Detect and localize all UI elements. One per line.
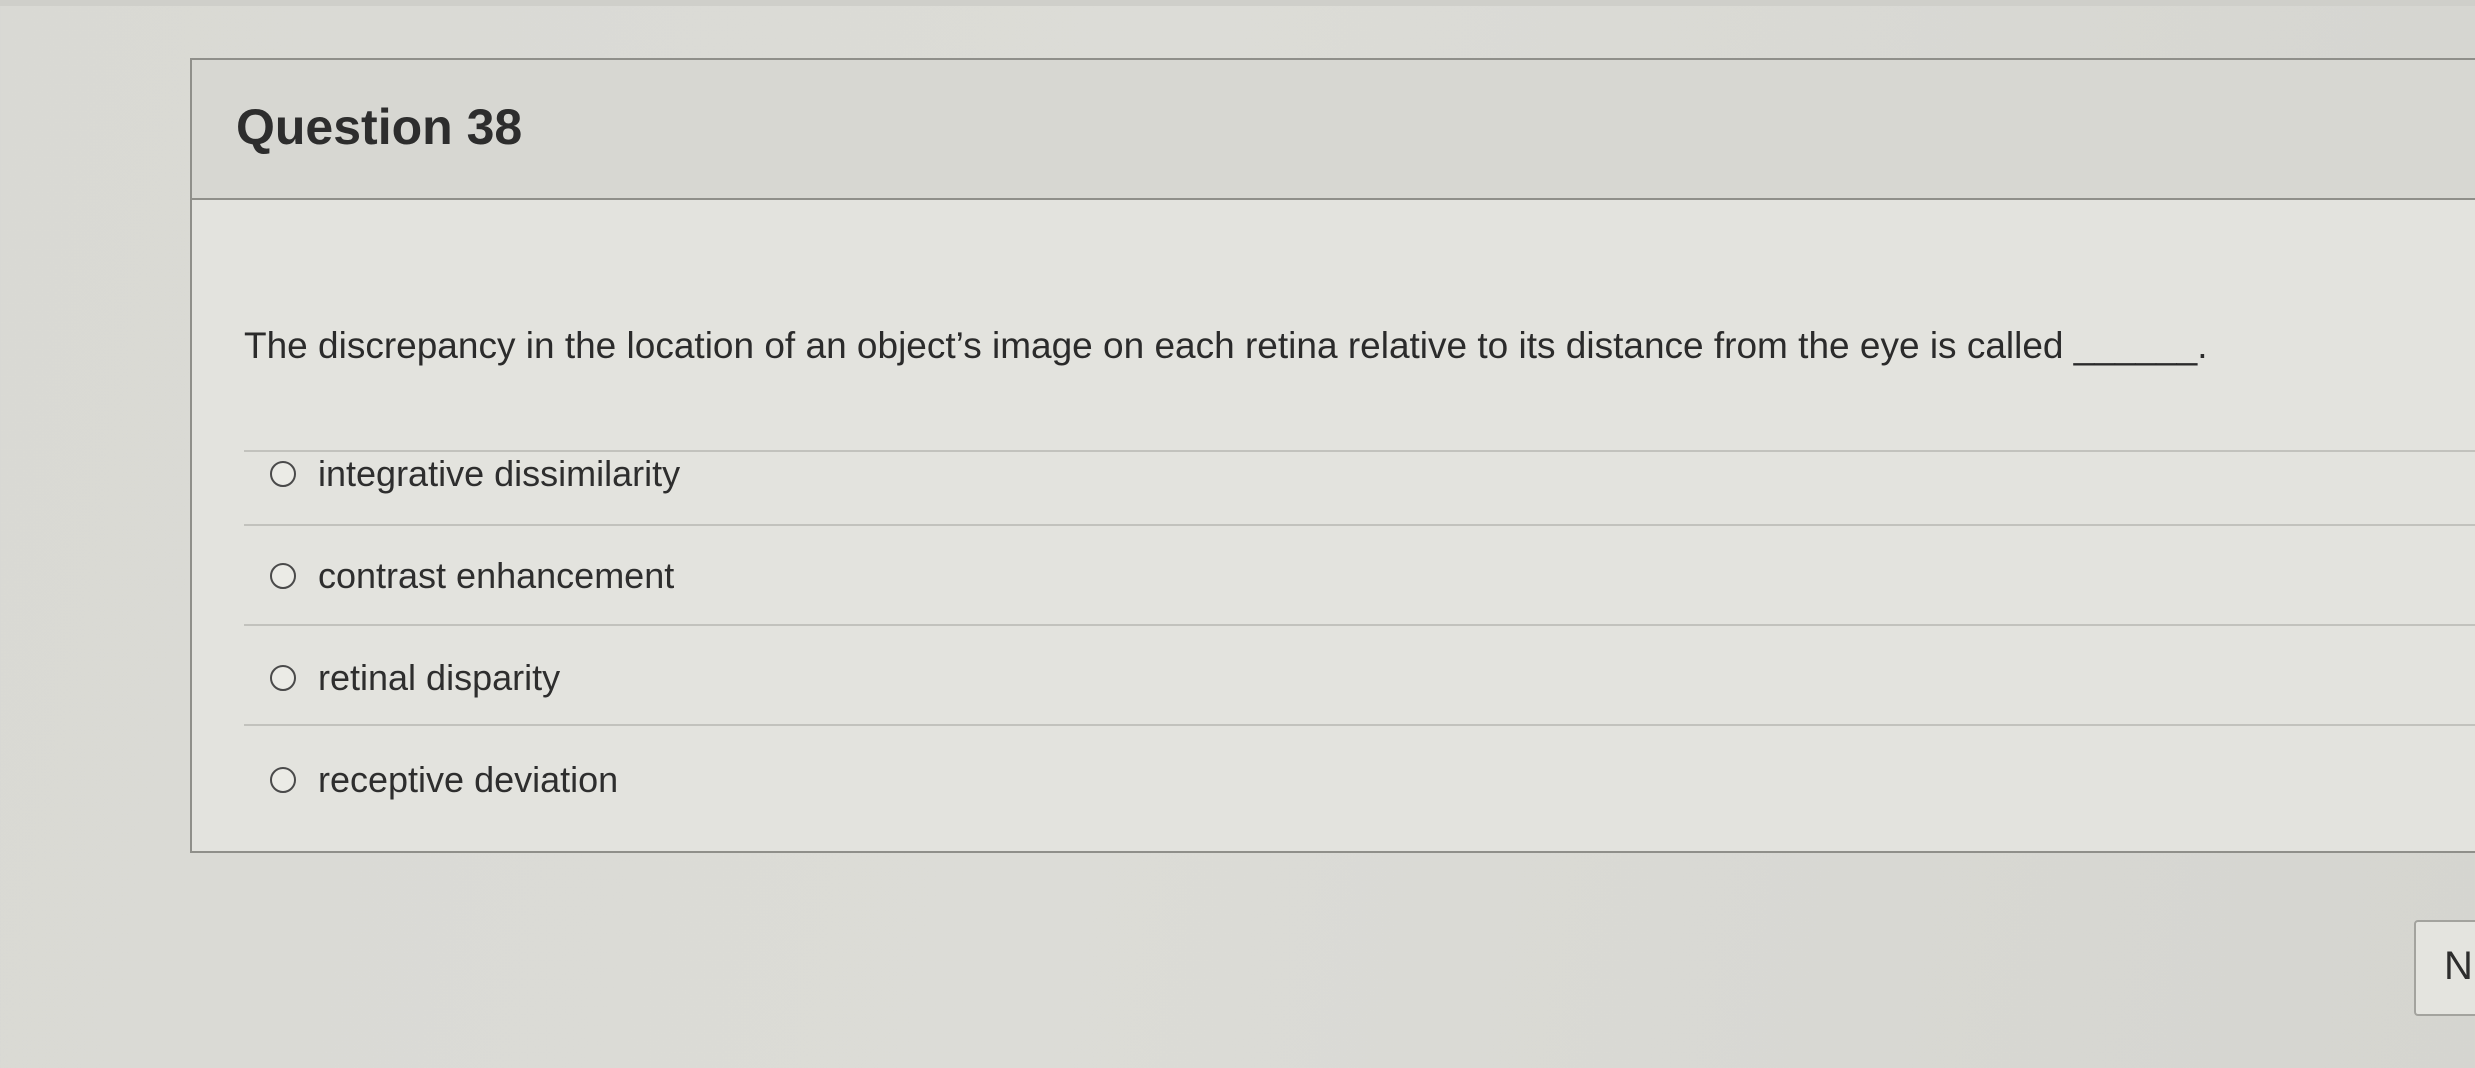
radio-button-icon[interactable] bbox=[270, 665, 296, 691]
answer-divider bbox=[244, 724, 2475, 726]
question-body: The discrepancy in the location of an ob… bbox=[192, 200, 2475, 853]
next-button[interactable]: N bbox=[2414, 920, 2475, 1016]
answer-divider bbox=[244, 624, 2475, 626]
radio-button-icon[interactable] bbox=[270, 461, 296, 487]
radio-button-icon[interactable] bbox=[270, 563, 296, 589]
question-text: The discrepancy in the location of an ob… bbox=[244, 325, 2208, 366]
radio-button-icon[interactable] bbox=[270, 767, 296, 793]
answer-label[interactable]: integrative dissimilarity bbox=[318, 453, 680, 495]
question-card: Question 38 The discrepancy in the locat… bbox=[190, 58, 2475, 853]
answer-option-receptive-deviation[interactable]: receptive deviation bbox=[252, 730, 2452, 830]
answer-option-contrast-enhancement[interactable]: contrast enhancement bbox=[252, 526, 2452, 626]
question-header: Question 38 bbox=[192, 60, 2475, 200]
answer-label[interactable]: contrast enhancement bbox=[318, 555, 674, 597]
answer-option-retinal-disparity[interactable]: retinal disparity bbox=[252, 628, 2452, 728]
page-top-edge bbox=[0, 0, 2475, 6]
answer-label[interactable]: receptive deviation bbox=[318, 759, 618, 801]
question-title: Question 38 bbox=[236, 99, 523, 155]
answer-label[interactable]: retinal disparity bbox=[318, 657, 560, 699]
answer-option-integrative-dissimilarity[interactable]: integrative dissimilarity bbox=[252, 424, 2452, 524]
